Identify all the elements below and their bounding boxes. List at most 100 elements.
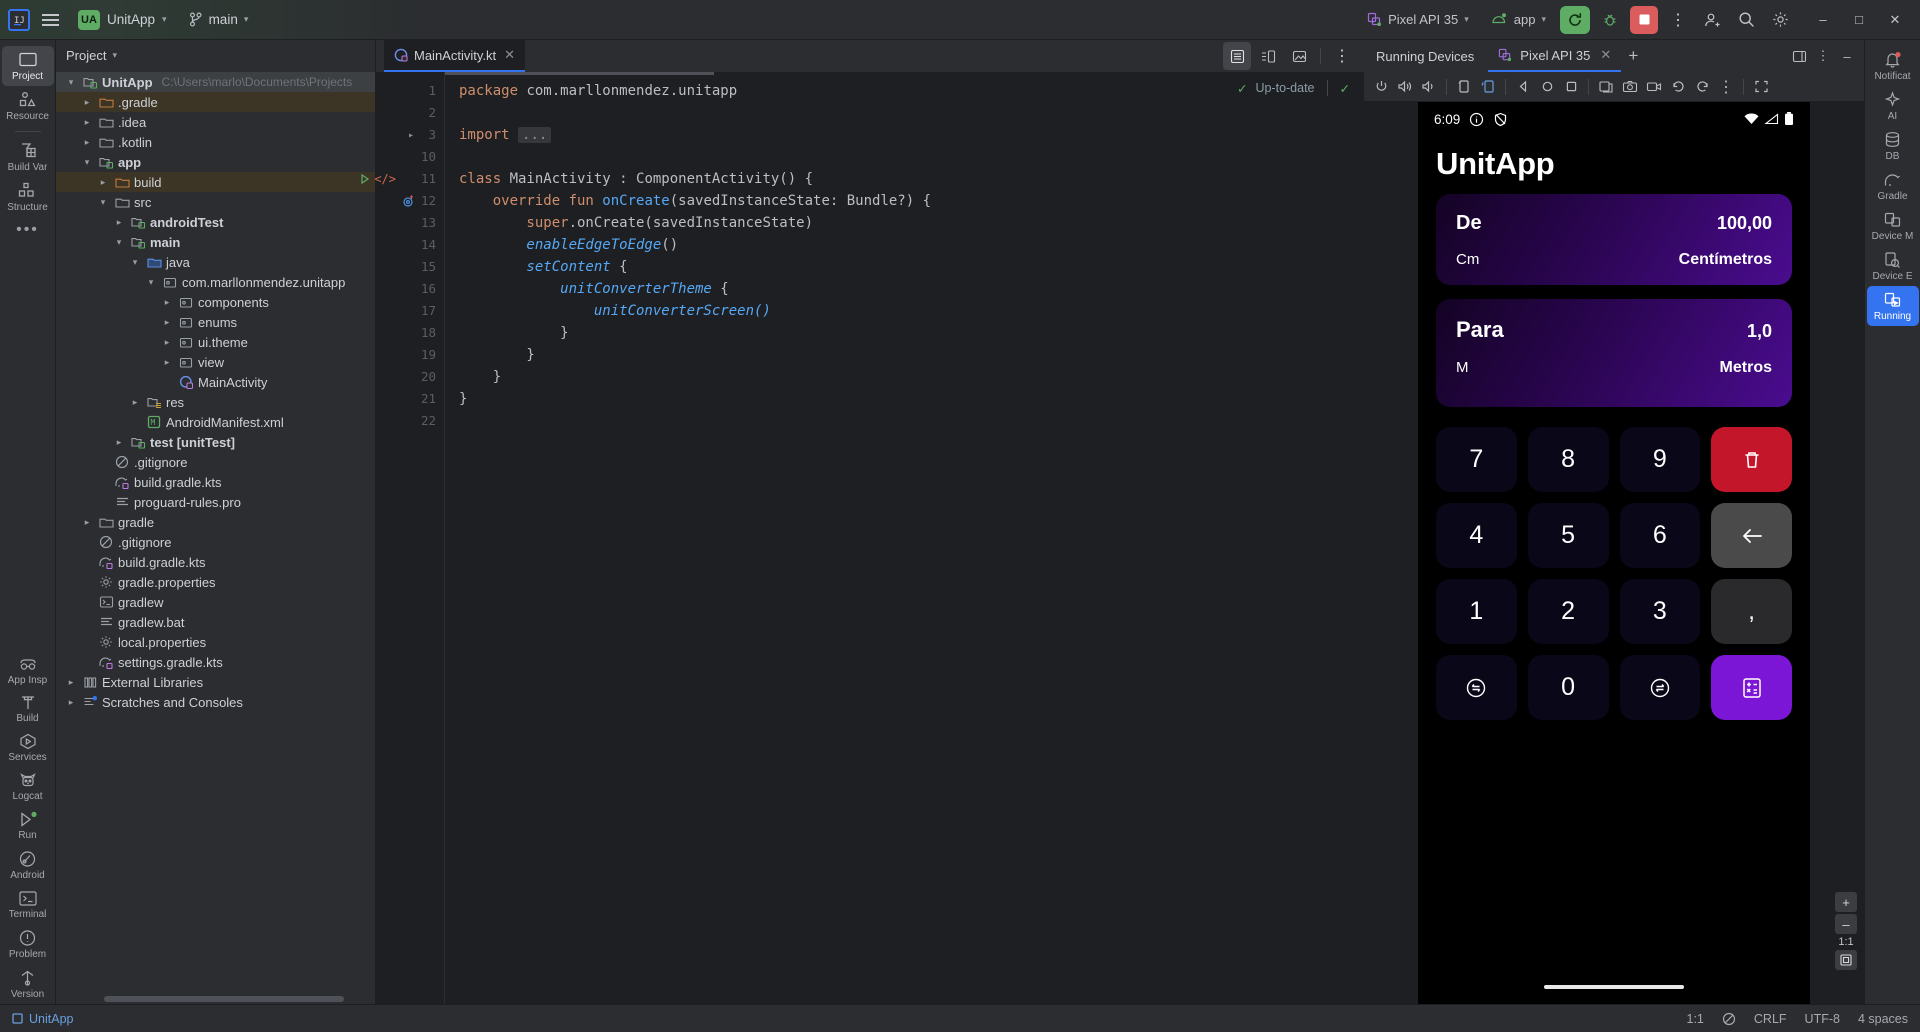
chevron-down-icon[interactable]: ▾: [64, 77, 78, 88]
device-tab-pixel-api-35[interactable]: Pixel API 35 ✕: [1488, 40, 1621, 72]
editor-only-icon[interactable]: [1223, 42, 1251, 70]
code-line-11[interactable]: class MainActivity : ComponentActivity()…: [459, 168, 1364, 190]
code-line-18[interactable]: }: [459, 322, 1364, 344]
sidebar-item-project[interactable]: Project: [2, 46, 54, 86]
rerun-button[interactable]: [1560, 6, 1590, 34]
editor-gutter[interactable]: 123▸1011</>1213141516171819202122: [376, 72, 444, 1004]
sidebar-item-resource-manager[interactable]: Resource: [2, 86, 54, 126]
code-line-3[interactable]: import ...: [459, 124, 1364, 146]
gutter-line-17[interactable]: 17: [376, 300, 444, 322]
tree-node-unitapp[interactable]: ▾UnitAppC:\Users\marlo\Documents\Project…: [56, 72, 375, 92]
gutter-line-18[interactable]: 18: [376, 322, 444, 344]
sidebar-item-terminal[interactable]: Terminal: [2, 885, 54, 924]
tree-node-ui-theme[interactable]: ▸ui.theme: [56, 332, 375, 352]
inspection-check-icon[interactable]: ✓: [1340, 81, 1350, 96]
sidebar-item-build[interactable]: Build: [2, 690, 54, 728]
caret-position[interactable]: 1:1: [1687, 1012, 1704, 1026]
key-9[interactable]: 9: [1620, 427, 1701, 492]
key-8[interactable]: 8: [1528, 427, 1609, 492]
tree-node-kotlin[interactable]: ▸.kotlin: [56, 132, 375, 152]
tree-node-test-unittest[interactable]: ▸test [unitTest]: [56, 432, 375, 452]
tree-node-build-gradle-kts[interactable]: build.gradle.kts: [56, 472, 375, 492]
gutter-line-22[interactable]: 22: [376, 410, 444, 432]
gutter-line-3[interactable]: 3▸: [376, 124, 444, 146]
undo-icon[interactable]: [1667, 76, 1689, 98]
panel-options-icon[interactable]: ⋮: [1812, 45, 1834, 67]
gutter-line-12[interactable]: 12: [376, 190, 444, 212]
chevron-right-icon[interactable]: ▸: [80, 137, 94, 148]
chevron-down-icon[interactable]: ▾: [128, 257, 142, 268]
tree-node-mainactivity[interactable]: MainActivity: [56, 372, 375, 392]
run-gutter-icon[interactable]: [359, 173, 371, 185]
key-5[interactable]: 5: [1528, 503, 1609, 568]
card-unit-name-to[interactable]: Metros: [1720, 359, 1772, 377]
sidebar-item-notifications[interactable]: Notificat: [1867, 46, 1919, 86]
tree-node-gradlew-bat[interactable]: gradlew.bat: [56, 612, 375, 632]
more-options-icon[interactable]: ⋮: [1328, 42, 1356, 70]
overview-nav-icon[interactable]: [1560, 76, 1582, 98]
code-line-15[interactable]: setContent {: [459, 256, 1364, 278]
tree-node-settings-gradle-kts[interactable]: settings.gradle.kts: [56, 652, 375, 672]
chevron-right-icon[interactable]: ▸: [96, 177, 110, 188]
key-calculate[interactable]: [1711, 655, 1792, 720]
zoom-in-button[interactable]: +: [1835, 892, 1857, 912]
more-actions-icon[interactable]: ⋮: [1664, 6, 1692, 34]
sidebar-item-device-manager[interactable]: Device M: [1867, 206, 1919, 246]
gutter-line-15[interactable]: 15: [376, 256, 444, 278]
panel-minimize-icon[interactable]: –: [1836, 45, 1858, 67]
calculator-keypad[interactable]: 789456123,0: [1418, 421, 1810, 720]
tree-node-local-properties[interactable]: local.properties: [56, 632, 375, 652]
code-line-21[interactable]: }: [459, 388, 1364, 410]
fullscreen-icon[interactable]: [1750, 76, 1772, 98]
conversion-card-to[interactable]: Para 1,0 M Metros: [1436, 299, 1792, 407]
gutter-line-14[interactable]: 14: [376, 234, 444, 256]
window-minimize-button[interactable]: –: [1806, 5, 1840, 35]
code-line-22[interactable]: [459, 410, 1364, 432]
design-view-icon[interactable]: [1285, 42, 1313, 70]
chevron-down-icon[interactable]: ▾: [112, 50, 117, 61]
rotate-right-icon[interactable]: [1477, 76, 1499, 98]
close-icon[interactable]: ✕: [1598, 47, 1613, 63]
chevron-right-icon[interactable]: ▸: [80, 97, 94, 108]
code-line-2[interactable]: [459, 102, 1364, 124]
sidebar-item-structure[interactable]: Structure: [2, 177, 54, 217]
home-nav-icon[interactable]: [1536, 76, 1558, 98]
chevron-right-icon[interactable]: ▸: [160, 337, 174, 348]
device-screen-stage[interactable]: 6:09: [1364, 102, 1864, 1004]
code-line-10[interactable]: [459, 146, 1364, 168]
line-separator[interactable]: CRLF: [1754, 1012, 1787, 1026]
chevron-right-icon[interactable]: ▸: [160, 357, 174, 368]
tree-node-main[interactable]: ▾main: [56, 232, 375, 252]
tree-node-src[interactable]: ▾src: [56, 192, 375, 212]
search-icon[interactable]: [1732, 6, 1760, 34]
conversion-card-from[interactable]: De 100,00 Cm Centímetros: [1436, 194, 1792, 285]
tree-node-com-marllonmendez-unitapp[interactable]: ▾com.marllonmendez.unitapp: [56, 272, 375, 292]
stop-button[interactable]: [1630, 6, 1658, 34]
code-line-16[interactable]: unitConverterTheme {: [459, 278, 1364, 300]
sidebar-item-app-inspection[interactable]: App Insp: [2, 652, 54, 690]
tree-node-gitignore[interactable]: .gitignore: [56, 532, 375, 552]
gutter-line-2[interactable]: 2: [376, 102, 444, 124]
tree-node-app[interactable]: ▾app: [56, 152, 375, 172]
sidebar-item-running-devices[interactable]: Running: [1867, 286, 1919, 326]
panel-layout-icon[interactable]: [1788, 45, 1810, 67]
volume-up-icon[interactable]: [1394, 76, 1416, 98]
sidebar-item-database[interactable]: DB: [1867, 126, 1919, 166]
tree-node-scratches-and-consoles[interactable]: ▸Scratches and Consoles: [56, 692, 375, 712]
indent-setting[interactable]: 4 spaces: [1858, 1012, 1908, 1026]
chevron-right-icon[interactable]: ▸: [112, 437, 126, 448]
chevron-right-icon[interactable]: ▸: [64, 697, 78, 708]
window-maximize-button[interactable]: □: [1842, 5, 1876, 35]
code-line-14[interactable]: enableEdgeToEdge(): [459, 234, 1364, 256]
gutter-line-16[interactable]: 16: [376, 278, 444, 300]
sidebar-item-run[interactable]: Run: [2, 806, 54, 845]
chevron-right-icon[interactable]: ▸: [80, 117, 94, 128]
project-file-tree[interactable]: ▾UnitAppC:\Users\marlo\Documents\Project…: [56, 70, 375, 1004]
code-editor[interactable]: 123▸1011</>1213141516171819202122 packag…: [376, 72, 1364, 1004]
gutter-line-20[interactable]: 20: [376, 366, 444, 388]
tree-node-build[interactable]: ▸build: [56, 172, 375, 192]
gutter-line-21[interactable]: 21: [376, 388, 444, 410]
tree-node-external-libraries[interactable]: ▸External Libraries: [56, 672, 375, 692]
sidebar-item-version-control[interactable]: Version: [2, 964, 54, 1004]
key-4[interactable]: 4: [1436, 503, 1517, 568]
